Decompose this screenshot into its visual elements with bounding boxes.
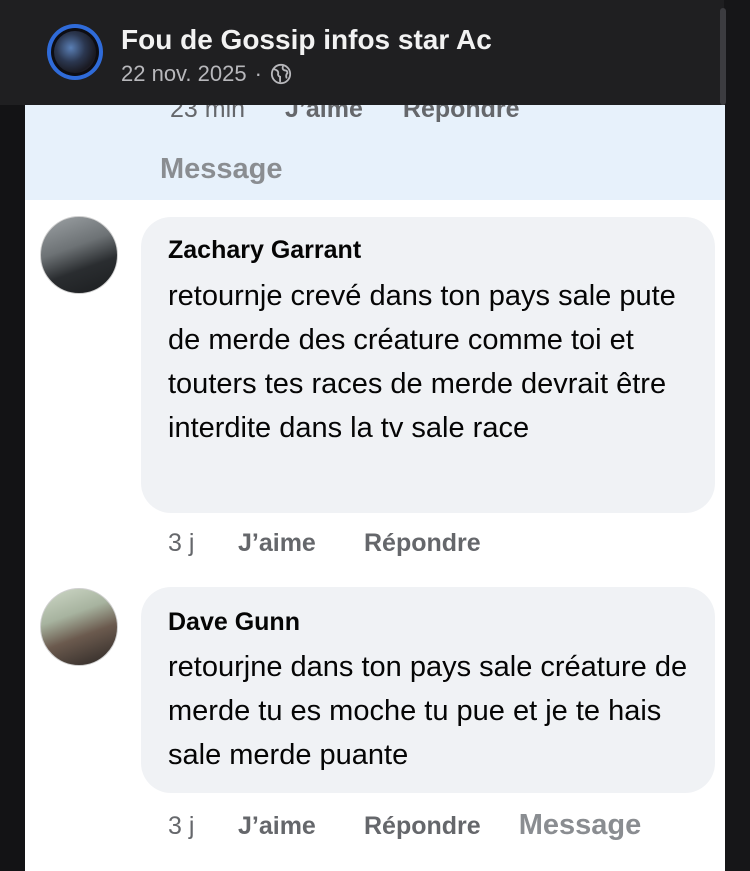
post-date[interactable]: 22 nov. 2025 (121, 61, 247, 87)
avatar[interactable] (40, 216, 118, 294)
like-button[interactable]: J’aime (285, 105, 363, 124)
page-avatar-image (54, 31, 96, 73)
comment-bubble: Zachary Garrant retournje crevé dans ton… (141, 217, 715, 513)
avatar[interactable] (40, 588, 118, 666)
globe-icon (270, 63, 292, 85)
comment-text: retournje crevé dans ton pays sale pute … (168, 280, 676, 444)
comment-time[interactable]: 3 j (168, 812, 238, 841)
comment-author[interactable]: Zachary Garrant (168, 236, 361, 265)
comment-author[interactable]: Dave Gunn (168, 608, 300, 637)
comment-bubble: Dave Gunn retourjne dans ton pays sale c… (141, 587, 715, 793)
comments-panel: 23 min J’aime Répondre Message Zachary G… (25, 105, 725, 871)
message-button[interactable]: Message (519, 809, 642, 842)
message-button[interactable]: Message (160, 153, 283, 186)
post-header: Fou de Gossip infos star Ac 22 nov. 2025… (0, 0, 750, 105)
reply-button[interactable]: Répondre (403, 105, 520, 124)
comment-text: retourjne dans ton pays sale créature de… (168, 651, 688, 771)
like-button[interactable]: J’aime (238, 529, 364, 558)
meta-separator: · (254, 61, 262, 86)
like-button[interactable]: J’aime (238, 812, 364, 841)
page-name[interactable]: Fou de Gossip infos star Ac (121, 24, 492, 56)
comment-time[interactable]: 3 j (168, 529, 238, 558)
comment-actions: 3 j J’aime Répondre Message (168, 809, 641, 842)
reply-button[interactable]: Répondre (364, 529, 481, 558)
scrollbar-thumb[interactable] (720, 8, 726, 105)
comment-actions: 3 j J’aime Répondre (168, 529, 481, 558)
post-meta: 22 nov. 2025 · (121, 61, 292, 87)
page-avatar-border (51, 28, 99, 76)
comment-time: 23 min (170, 105, 246, 123)
highlighted-comment-footer: 23 min J’aime Répondre Message (25, 105, 725, 200)
reply-button[interactable]: Répondre (364, 812, 481, 841)
highlighted-comment-actions: 23 min J’aime Répondre (170, 105, 520, 124)
scroll-edge (724, 0, 750, 871)
page-avatar[interactable] (47, 24, 103, 80)
